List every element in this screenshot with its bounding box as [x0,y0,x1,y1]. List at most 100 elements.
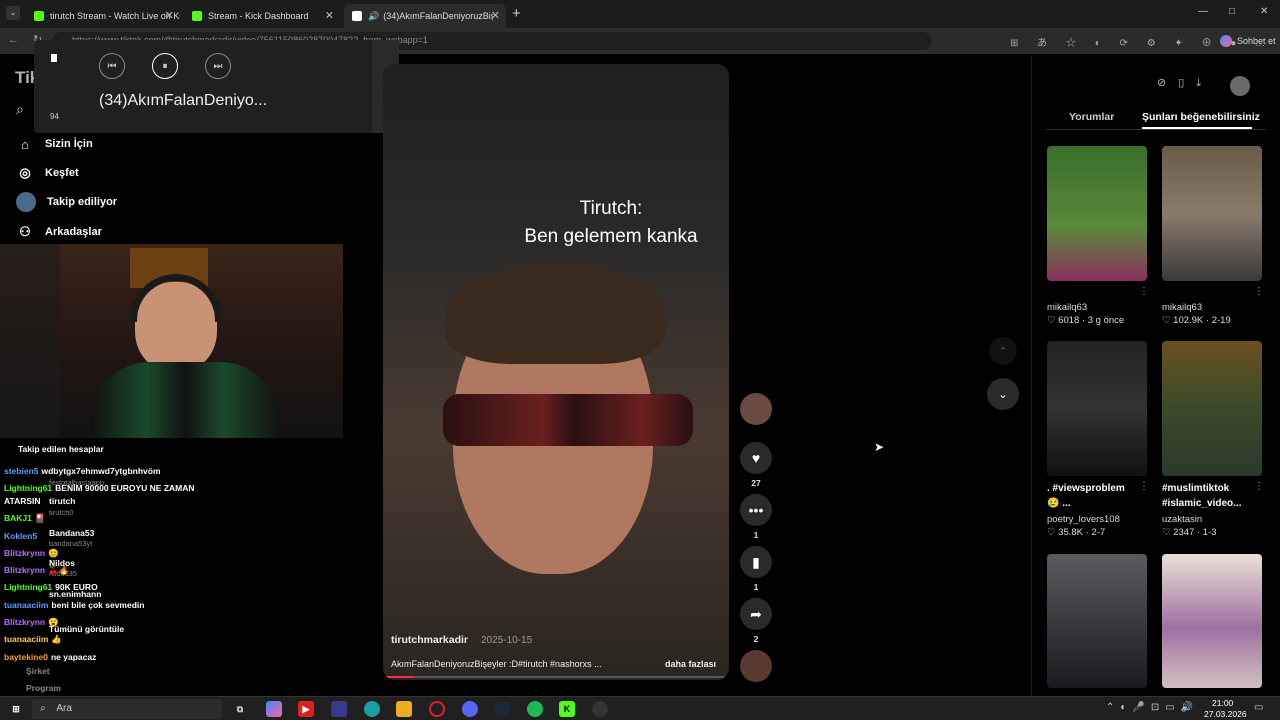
back-icon[interactable]: ← [8,34,19,46]
discord-app-icon[interactable] [462,701,478,717]
thumb-author[interactable]: poetry_lovers108 [1047,514,1120,525]
nav-explore[interactable]: ◎ Keşfet [16,162,78,184]
chat-username[interactable]: stebien5 [4,466,39,476]
clock-time[interactable]: 21:00 [1212,698,1233,708]
chat-message: Lightning61 BENİM 90000 EUROYU NE ZAMAN [4,483,195,493]
video-thumbnail[interactable] [1047,146,1147,281]
more-options-icon[interactable]: ⋮ [1254,481,1264,492]
obs-app-icon[interactable] [592,701,608,717]
chat-username[interactable]: Blitzkrynn [4,565,45,575]
more-options-icon[interactable]: ⋮ [1139,481,1149,492]
steam-app-icon[interactable] [494,701,510,717]
nav-following[interactable]: Takip ediliyor [16,191,117,213]
previous-video-button[interactable]: ⌃ [989,337,1017,365]
tab-tiktok[interactable]: 🔊 (34)AkımFalanDeniyoruzBişeyler ✕ [344,4,506,28]
creator-avatar[interactable] [740,393,772,425]
video-player[interactable]: Tirutch: Ben gelemem kanka tirutchmarkad… [383,64,729,680]
tab-kick-dashboard[interactable]: Stream - Kick Dashboard ✕ [184,4,340,28]
edge-browser-icon[interactable] [364,701,380,717]
file-explorer-icon[interactable] [396,701,412,717]
tab-kick-stream[interactable]: tirutch Stream - Watch Live on Kick ✕ [26,4,180,28]
task-view-icon[interactable]: ⧉ [232,701,248,717]
nav-friends[interactable]: ⚇ Arkadaşlar [16,221,102,243]
opera-browser-icon[interactable] [429,701,445,717]
thumb-title[interactable]: . #viewsproblem [1047,483,1125,494]
comment-button[interactable]: ••• [740,494,772,526]
search-icon[interactable]: ⌕ [16,101,24,118]
share-button[interactable]: ➦ [740,598,772,630]
profile-avatar[interactable] [1230,76,1250,96]
following-account-name[interactable]: Bandana53 [49,528,94,538]
system-tray-icons[interactable]: ⌃◐🎤⊡▭🔊 [1106,702,1199,713]
save-button[interactable]: ▮ [740,546,772,578]
more-options-icon[interactable]: ⋮ [1139,286,1149,297]
video-thumbnail[interactable] [1162,146,1262,281]
windows-start-icon[interactable]: ⊞ [8,701,24,717]
chat-username[interactable]: Lightning61 [4,582,52,592]
video-progress-track[interactable] [383,676,729,678]
app-icon[interactable] [331,701,347,717]
copilot-app-icon[interactable] [266,701,282,717]
close-icon[interactable]: ✕ [325,9,334,22]
following-account-handle: tirutch0 [49,508,74,517]
chat-username[interactable]: tuanaaciim [4,634,48,644]
chat-username[interactable]: baytekine0 [4,652,48,662]
chat-username[interactable]: Lightning61 [4,483,52,493]
next-track-button[interactable]: ⏭ [205,53,231,79]
video-thumbnail[interactable] [1047,341,1147,476]
copilot-button[interactable]: Sohbet et [1214,32,1280,50]
chat-username[interactable]: BAKJ1 [4,513,32,523]
video-author[interactable]: tirutchmarkadir [391,634,468,646]
next-video-button[interactable]: ⌄ [987,378,1019,410]
video-thumbnail[interactable] [1162,554,1262,688]
notification-icon[interactable]: ▭ [1254,702,1263,713]
close-icon[interactable]: ✕ [165,9,174,22]
thumb-stats: ♡ 2347 · 1-3 [1162,527,1217,538]
thumb-meta: 2-19 [1211,315,1231,326]
chat-username[interactable]: tuanaaciim [4,600,48,610]
chat-message: tuanaaciim 👍 [4,634,62,645]
kick-app-icon[interactable]: K [559,701,575,717]
thumb-title-line-2[interactable]: #islamic_video... [1162,498,1242,509]
thumb-author[interactable]: mikailq63 [1047,302,1087,313]
pause-button[interactable]: ⏸ [152,53,178,79]
spotify-app-icon[interactable] [527,701,543,717]
new-tab-button[interactable]: + [512,5,521,22]
save-count: 1 [753,582,759,592]
thumb-title[interactable]: #muslimtiktok [1162,483,1229,494]
thumb-author[interactable]: mikailq63 [1162,302,1202,313]
nav-label: Takip ediliyor [47,196,118,208]
clock-date[interactable]: 27.03.2026 [1204,709,1247,719]
more-options-icon[interactable]: ⋮ [1254,286,1264,297]
youtube-app-icon[interactable]: ▶ [298,701,314,717]
thumb-stats: ♡ 6018 · 3 g önce [1047,315,1125,326]
video-thumbnail[interactable] [1162,341,1262,476]
chat-username[interactable]: Blitzkrynn [4,548,45,558]
chat-username[interactable]: Koklen5 [4,531,37,541]
volume-icon[interactable] [51,54,57,62]
speaker-icon[interactable]: 🔊 [368,11,379,22]
chat-username[interactable]: Blitzkrynn [4,617,45,627]
more-link[interactable]: daha fazlası [665,659,716,669]
close-icon[interactable]: ✕ [491,9,500,22]
nav-label: Arkadaşlar [45,226,102,238]
thumb-author[interactable]: uzaktasin [1162,514,1202,525]
taskbar-search[interactable]: ⌕ Ara [32,699,222,719]
maximize-button[interactable]: □ [1229,6,1235,17]
footer-company-link[interactable]: Şirket [26,666,50,676]
minimize-button[interactable]: — [1198,6,1208,17]
nav-for-you[interactable]: ⌂ Sizin İçin [16,133,93,155]
previous-track-button[interactable]: ⏮ [99,53,125,79]
footer-program-link[interactable]: Program [26,683,61,693]
tab-list-button[interactable]: ⌄ [6,6,20,20]
tab-comments[interactable]: Yorumlar [1069,111,1114,123]
like-button[interactable]: ♥ [740,442,772,474]
video-thumbnail[interactable] [1047,554,1147,688]
following-account-name[interactable]: tirutch [49,496,75,506]
tab-you-may-like[interactable]: Şunları beğenebilirsiniz [1142,111,1260,123]
thumb-title-line-2[interactable]: 😢 ... [1047,498,1071,509]
search-placeholder: Ara [56,703,72,714]
close-window-button[interactable]: ✕ [1260,6,1268,17]
music-disc-icon[interactable] [740,650,772,682]
see-all-link[interactable]: Tümünü görüntüle [49,624,124,634]
